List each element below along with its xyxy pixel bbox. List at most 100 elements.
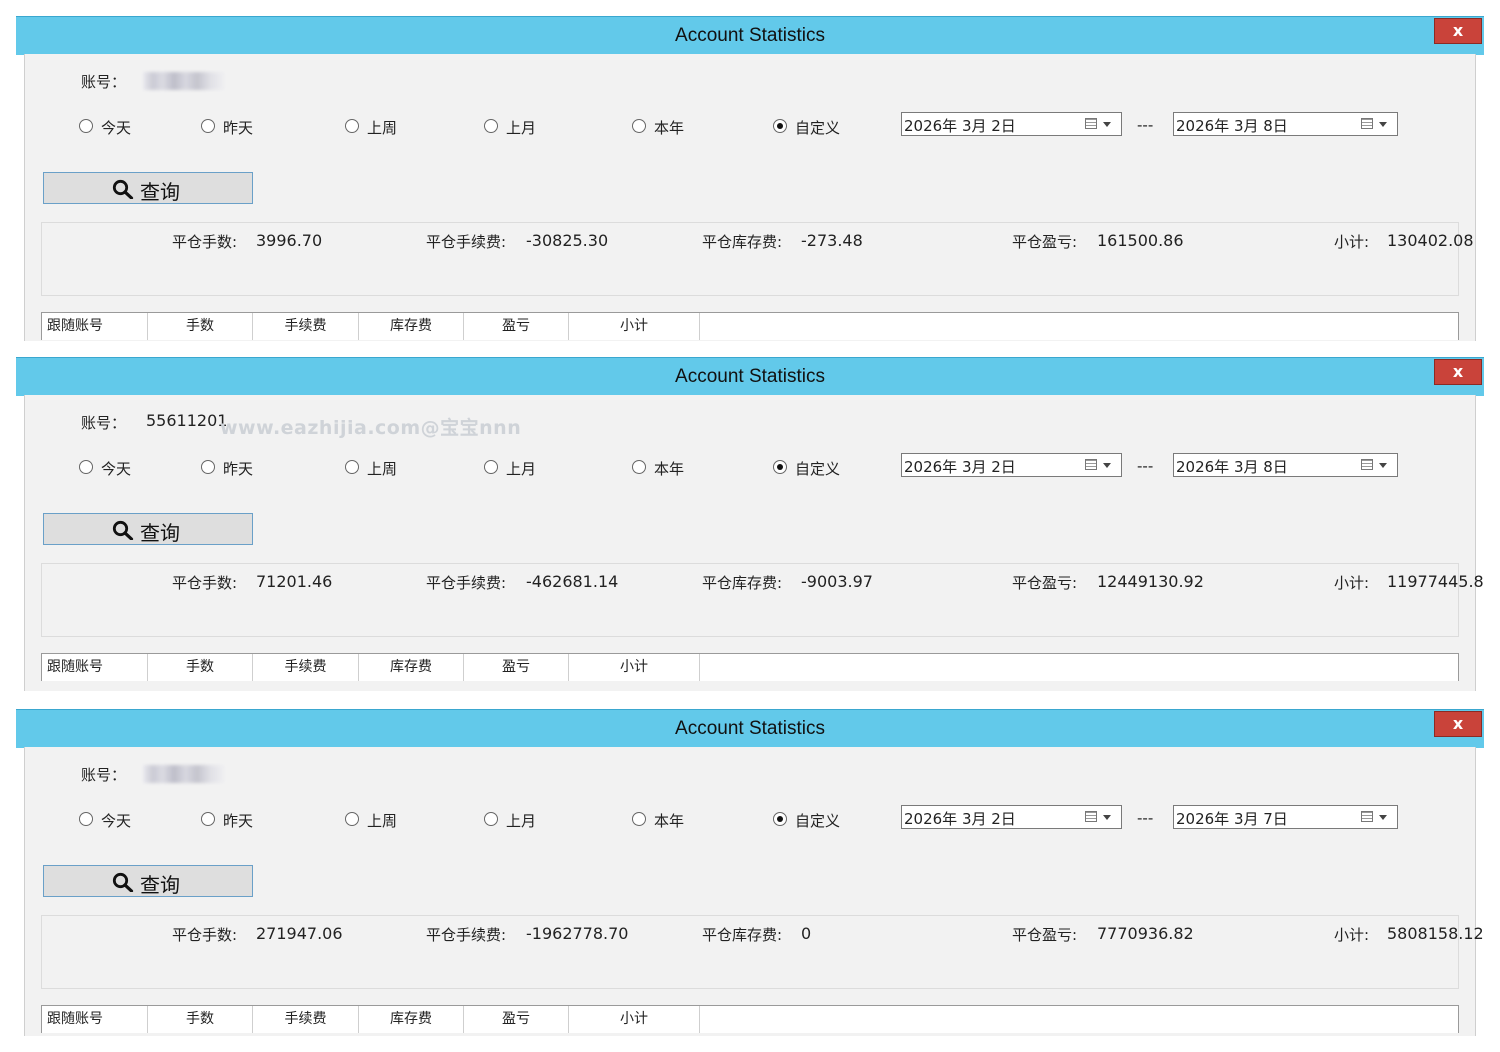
summary-value: 0 — [801, 924, 812, 943]
summary-label: 平仓库存费: — [702, 926, 783, 944]
query-button[interactable]: 查询 — [43, 513, 253, 545]
summary-box: 平仓手数: 71201.46 平仓手续费: -462681.14 平仓库存费: -9003… — [41, 563, 1484, 637]
radio-circle-icon — [632, 460, 646, 474]
calendar-icon[interactable] — [1361, 459, 1373, 470]
chevron-down-icon[interactable] — [1103, 815, 1111, 820]
date-text: 2026年 3月 2日 — [904, 458, 1016, 476]
summary-label: 平仓手续费: — [426, 574, 507, 592]
window-title: Account Statistics — [675, 718, 825, 739]
radio-circle-icon — [345, 119, 359, 133]
range-radio-label: 今天 — [101, 119, 132, 137]
date-to-picker[interactable]: 2026年 3月 8日 — [1173, 112, 1398, 136]
table-column-header[interactable]: 跟随账号 — [42, 1006, 148, 1033]
window-title: Account Statistics — [675, 25, 825, 46]
range-radio-label: 昨天 — [223, 460, 254, 478]
chevron-down-icon[interactable] — [1379, 122, 1387, 127]
summary-label: 小计: — [1334, 574, 1370, 592]
table-column-header[interactable]: 库存费 — [359, 313, 464, 340]
table-column-header[interactable]: 手数 — [148, 313, 253, 340]
account-label: 账号： — [81, 766, 127, 784]
date-text: 2026年 3月 2日 — [904, 810, 1016, 828]
calendar-icon[interactable] — [1361, 118, 1373, 129]
summary-value: -9003.97 — [801, 572, 873, 591]
radio-circle-icon — [201, 812, 215, 826]
range-radio-label: 本年 — [654, 119, 685, 137]
table-column-header[interactable]: 小计 — [569, 654, 700, 681]
table-column-header[interactable]: 手续费 — [253, 313, 359, 340]
table-column-header[interactable]: 跟随账号 — [42, 313, 148, 340]
summary-value: 7770936.82 — [1097, 924, 1194, 943]
chevron-down-icon[interactable] — [1103, 463, 1111, 468]
window-title: Account Statistics — [675, 366, 825, 387]
range-radio-label: 昨天 — [223, 119, 254, 137]
chevron-down-icon[interactable] — [1379, 463, 1387, 468]
follow-accounts-table: 跟随账号 手数 手续费 库存费 盈亏 小计 — [41, 653, 1459, 681]
date-to-picker[interactable]: 2026年 3月 7日 — [1173, 805, 1398, 829]
range-radio-label: 上周 — [367, 119, 398, 137]
chevron-down-icon[interactable] — [1379, 815, 1387, 820]
range-radio-label: 上月 — [506, 812, 537, 830]
table-column-header[interactable]: 库存费 — [359, 1006, 464, 1033]
follow-accounts-table: 跟随账号 手数 手续费 库存费 盈亏 小计 — [41, 312, 1459, 340]
summary-value: 5808158.12 — [1387, 924, 1484, 943]
radio-circle-icon — [79, 460, 93, 474]
query-button-label: 查询 — [140, 521, 180, 545]
query-button[interactable]: 查询 — [43, 865, 253, 897]
summary-value: -30825.30 — [526, 231, 609, 250]
table-column-header[interactable]: 手续费 — [253, 654, 359, 681]
summary-label: 小计: — [1334, 233, 1370, 251]
table-column-header[interactable]: 手续费 — [253, 1006, 359, 1033]
summary-box: 平仓手数: 3996.70 平仓手续费: -30825.30 平仓库存费: -273.48… — [41, 222, 1474, 296]
calendar-icon[interactable] — [1085, 459, 1097, 470]
range-radio-label: 今天 — [101, 812, 132, 830]
table-column-header[interactable]: 手数 — [148, 654, 253, 681]
radio-circle-icon — [773, 460, 787, 474]
summary-label: 平仓手数: — [172, 233, 238, 251]
calendar-icon[interactable] — [1361, 811, 1373, 822]
account-statistics-window: Account Statistics x 账号： 今天 昨天 上周 上月 本年 自定义 2026年… — [16, 16, 1484, 341]
close-button[interactable]: x — [1434, 359, 1482, 385]
radio-circle-icon — [632, 119, 646, 133]
radio-circle-icon — [345, 460, 359, 474]
radio-circle-icon — [632, 812, 646, 826]
close-button[interactable]: x — [1434, 18, 1482, 44]
summary-label: 平仓手数: — [172, 926, 238, 944]
watermark-text: www.eazhijia.com@宝宝nnn — [220, 417, 522, 439]
table-column-header[interactable]: 盈亏 — [464, 654, 569, 681]
search-icon — [112, 520, 134, 540]
table-column-header[interactable]: 盈亏 — [464, 313, 569, 340]
query-button[interactable]: 查询 — [43, 172, 253, 204]
range-radio-label: 自定义 — [795, 812, 841, 830]
summary-label: 平仓盈亏: — [1012, 574, 1078, 592]
account-value: 55611201 — [146, 411, 228, 430]
close-button[interactable]: x — [1434, 711, 1482, 737]
table-column-header[interactable]: 小计 — [569, 1006, 700, 1033]
date-from-picker[interactable]: 2026年 3月 2日 — [901, 805, 1122, 829]
summary-value: -273.48 — [801, 231, 863, 250]
chevron-down-icon[interactable] — [1103, 122, 1111, 127]
date-from-picker[interactable]: 2026年 3月 2日 — [901, 453, 1122, 477]
table-column-header[interactable]: 小计 — [569, 313, 700, 340]
radio-circle-icon — [484, 460, 498, 474]
calendar-icon[interactable] — [1085, 811, 1097, 822]
summary-value: 71201.46 — [256, 572, 333, 591]
summary-value: -462681.14 — [526, 572, 619, 591]
calendar-icon[interactable] — [1085, 118, 1097, 129]
radio-circle-icon — [773, 812, 787, 826]
window-content: 账号： 今天 昨天 上周 上月 本年 自定义 2026年 3月 2日 --- 2026年 3月 8… — [24, 54, 1476, 341]
summary-label: 平仓盈亏: — [1012, 233, 1078, 251]
range-radio-label: 自定义 — [795, 460, 841, 478]
date-to-picker[interactable]: 2026年 3月 8日 — [1173, 453, 1398, 477]
summary-box: 平仓手数: 271947.06 平仓手续费: -1962778.70 平仓库存费: 0 平仓… — [41, 915, 1484, 989]
date-text: 2026年 3月 8日 — [1176, 458, 1288, 476]
table-column-header[interactable]: 跟随账号 — [42, 654, 148, 681]
range-radio-label: 上月 — [506, 119, 537, 137]
title-bar: Account Statistics x — [16, 16, 1484, 55]
date-from-picker[interactable]: 2026年 3月 2日 — [901, 112, 1122, 136]
table-column-header[interactable]: 库存费 — [359, 654, 464, 681]
date-separator: --- — [1137, 457, 1154, 475]
radio-circle-icon — [201, 119, 215, 133]
table-column-header[interactable]: 盈亏 — [464, 1006, 569, 1033]
table-column-header[interactable]: 手数 — [148, 1006, 253, 1033]
date-text: 2026年 3月 8日 — [1176, 117, 1288, 135]
